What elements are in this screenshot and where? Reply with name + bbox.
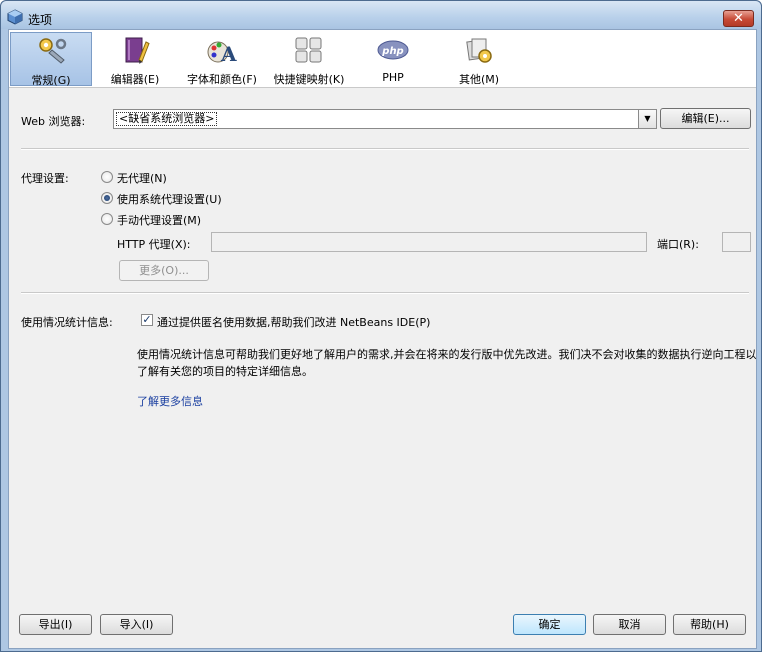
tab-php[interactable]: php PHP [361,32,425,86]
export-button[interactable]: 导出(I) [19,614,92,635]
options-dialog: 选项 ✕ 常规(G) 编辑器(E) A 字体和颜色(F) 快捷键映射(K) ph… [0,0,762,652]
wrench-gear-icon [39,38,67,64]
misc-gear-icon [466,38,492,63]
proxy-label: 代理设置: [21,172,69,185]
no-proxy-radio[interactable] [101,171,113,183]
font-palette-icon: A [207,41,237,66]
port-label: 端口(R): [657,238,699,251]
http-proxy-input[interactable] [211,232,647,252]
close-button[interactable]: ✕ [723,10,754,27]
edit-browser-button[interactable]: 编辑(E)... [660,108,751,129]
category-toolbar: 常规(G) 编辑器(E) A 字体和颜色(F) 快捷键映射(K) php PHP… [9,30,756,88]
browser-combobox[interactable]: <缺省系统浏览器> ▼ [113,109,657,129]
separator [21,292,749,294]
dropdown-arrow-icon[interactable]: ▼ [638,110,656,128]
port-input[interactable] [722,232,751,252]
ok-button[interactable]: 确定 [513,614,586,635]
system-proxy-label[interactable]: 使用系统代理设置(U) [117,191,222,207]
system-proxy-radio[interactable] [101,192,113,204]
usage-checkbox[interactable]: ✓ [141,314,153,326]
window-title: 选项 [28,13,53,27]
tab-misc[interactable]: 其他(M) [439,32,519,86]
manual-proxy-label[interactable]: 手动代理设置(M) [117,212,201,228]
more-proxy-button[interactable]: 更多(O)... [119,260,209,281]
http-proxy-label: HTTP 代理(X): [117,238,191,251]
cancel-button[interactable]: 取消 [593,614,666,635]
tab-label: 快捷键映射(K) [273,73,345,86]
keyboard-icon [295,37,322,63]
tab-label: 编辑器(E) [110,73,160,86]
manual-proxy-radio[interactable] [101,213,113,225]
tab-label: 字体和颜色(F) [187,73,257,86]
svg-text:A: A [220,42,237,66]
learn-more-link[interactable]: 了解更多信息 [137,393,203,409]
php-icon: php [377,40,409,60]
help-button[interactable]: 帮助(H) [673,614,746,635]
browser-label: Web 浏览器: [21,115,86,128]
tab-general[interactable]: 常规(G) [10,32,92,87]
svg-text:php: php [381,46,403,57]
tab-editor[interactable]: 编辑器(E) [95,32,175,86]
usage-description: 使用情况统计信息可帮助我们更好地了解用户的需求,并会在将来的发行版中优先改进。我… [137,348,757,378]
title-bar[interactable]: 选项 ✕ [1,1,761,29]
tab-label: 其他(M) [458,73,500,86]
import-button[interactable]: 导入(I) [100,614,173,635]
tab-label: PHP [382,71,404,84]
usage-checkbox-label[interactable]: 通过提供匿名使用数据,帮助我们改进 NetBeans IDE(P) [157,314,430,330]
dialog-content: 常规(G) 编辑器(E) A 字体和颜色(F) 快捷键映射(K) php PHP… [8,29,757,649]
netbeans-cube-icon [7,9,23,25]
tab-fonts-colors[interactable]: A 字体和颜色(F) [181,32,263,86]
tab-keymap[interactable]: 快捷键映射(K) [268,32,350,86]
separator [21,148,749,150]
browser-selected-value: <缺省系统浏览器> [116,112,218,126]
no-proxy-label[interactable]: 无代理(N) [117,170,167,186]
pencil-book-icon [125,37,150,64]
tab-label: 常规(G) [31,74,71,87]
usage-label: 使用情况统计信息: [21,316,113,329]
